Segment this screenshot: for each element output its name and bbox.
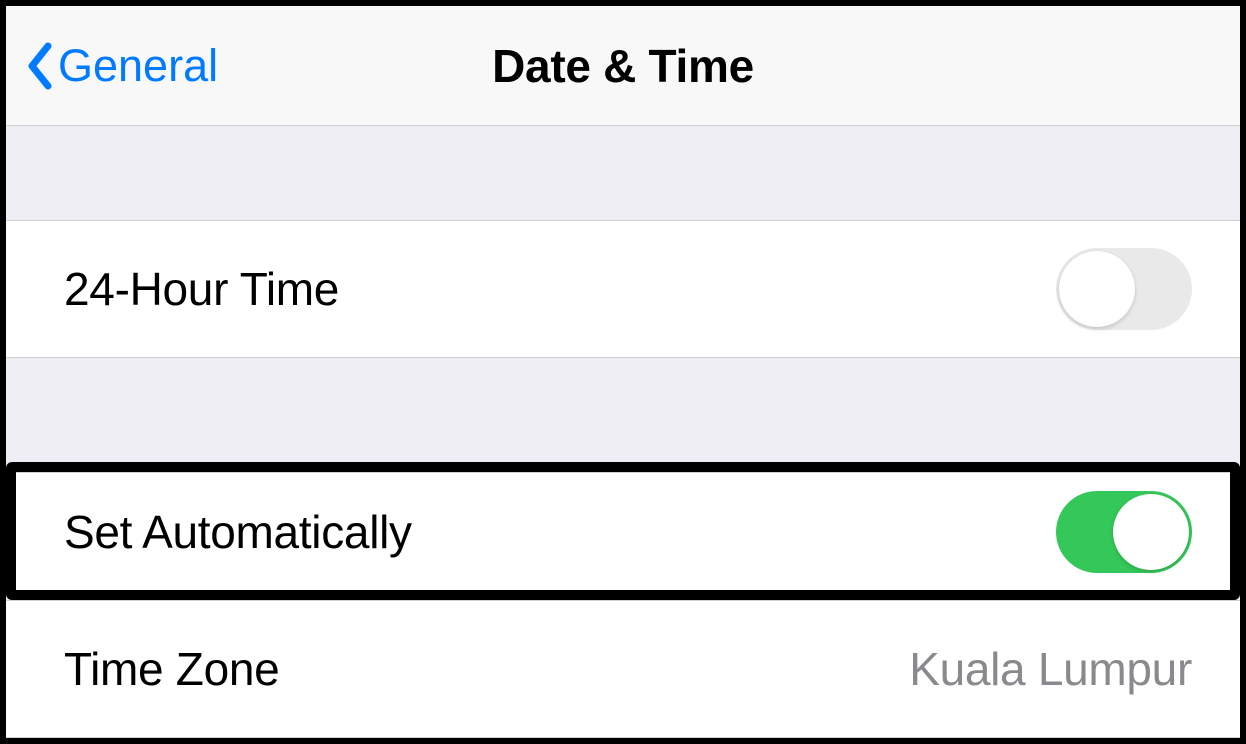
row-time-zone[interactable]: Time Zone Kuala Lumpur [6,600,1240,738]
toggle-set-automatically[interactable] [1056,491,1192,573]
nav-bar: General Date & Time [6,6,1240,126]
row-value: Kuala Lumpur [909,642,1192,696]
toggle-24-hour[interactable] [1056,248,1192,330]
chevron-left-icon [26,42,54,90]
group-auto-timezone: Set Automatically Time Zone Kuala Lumpur [6,462,1240,738]
row-label: Time Zone [64,642,279,696]
back-label: General [58,40,218,92]
section-spacer [6,126,1240,220]
row-label: 24-Hour Time [64,262,339,316]
row-set-automatically[interactable]: Set Automatically [16,472,1230,590]
row-24-hour-time[interactable]: 24-Hour Time [6,220,1240,358]
toggle-knob [1059,251,1135,327]
row-label: Set Automatically [64,505,412,559]
toggle-knob [1113,494,1189,570]
highlight-set-automatically: Set Automatically [6,462,1240,600]
section-spacer [6,358,1240,462]
back-button[interactable]: General [26,40,218,92]
page-title: Date & Time [492,39,754,93]
